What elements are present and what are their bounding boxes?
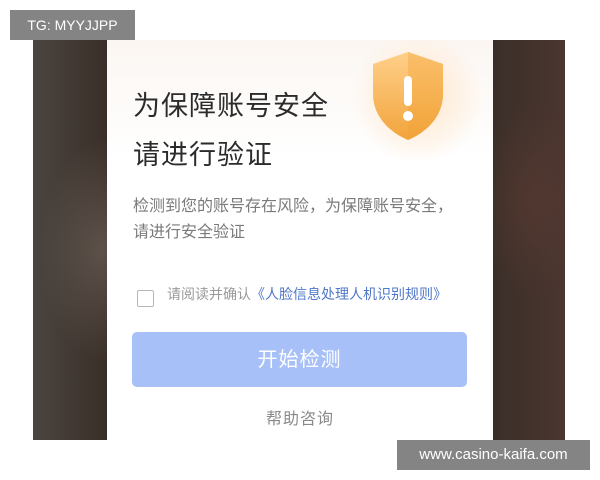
watermark-site-label: www.casino-kaifa.com [397, 440, 590, 470]
agreement-text: 请阅读并确认《人脸信息处理人机识别规则》 [167, 286, 467, 305]
warning-shield-icon [373, 52, 443, 140]
start-detection-button[interactable]: 开始检测 [132, 332, 467, 387]
help-consult-link[interactable]: 帮助咨询 [107, 405, 493, 429]
risk-description: 检测到您的账号存在风险，为保障账号安全，请进行安全验证 [133, 196, 454, 241]
watermark-top-label: TG: MYYJJPP [10, 10, 135, 40]
dialog-title-line1: 为保障账号安全 [133, 91, 329, 122]
verification-dialog: 为保障账号安全 请进行验证 检测到您的账号存在风险，为保障账号安全，请进行安全验… [107, 40, 493, 440]
agreement-prefix: 请阅读并确认 [167, 287, 251, 303]
face-info-rules-link[interactable]: 《人脸信息处理人机识别规则》 [251, 287, 447, 303]
agreement-checkbox[interactable] [137, 290, 154, 307]
dialog-title-line2: 请进行验证 [133, 140, 273, 171]
